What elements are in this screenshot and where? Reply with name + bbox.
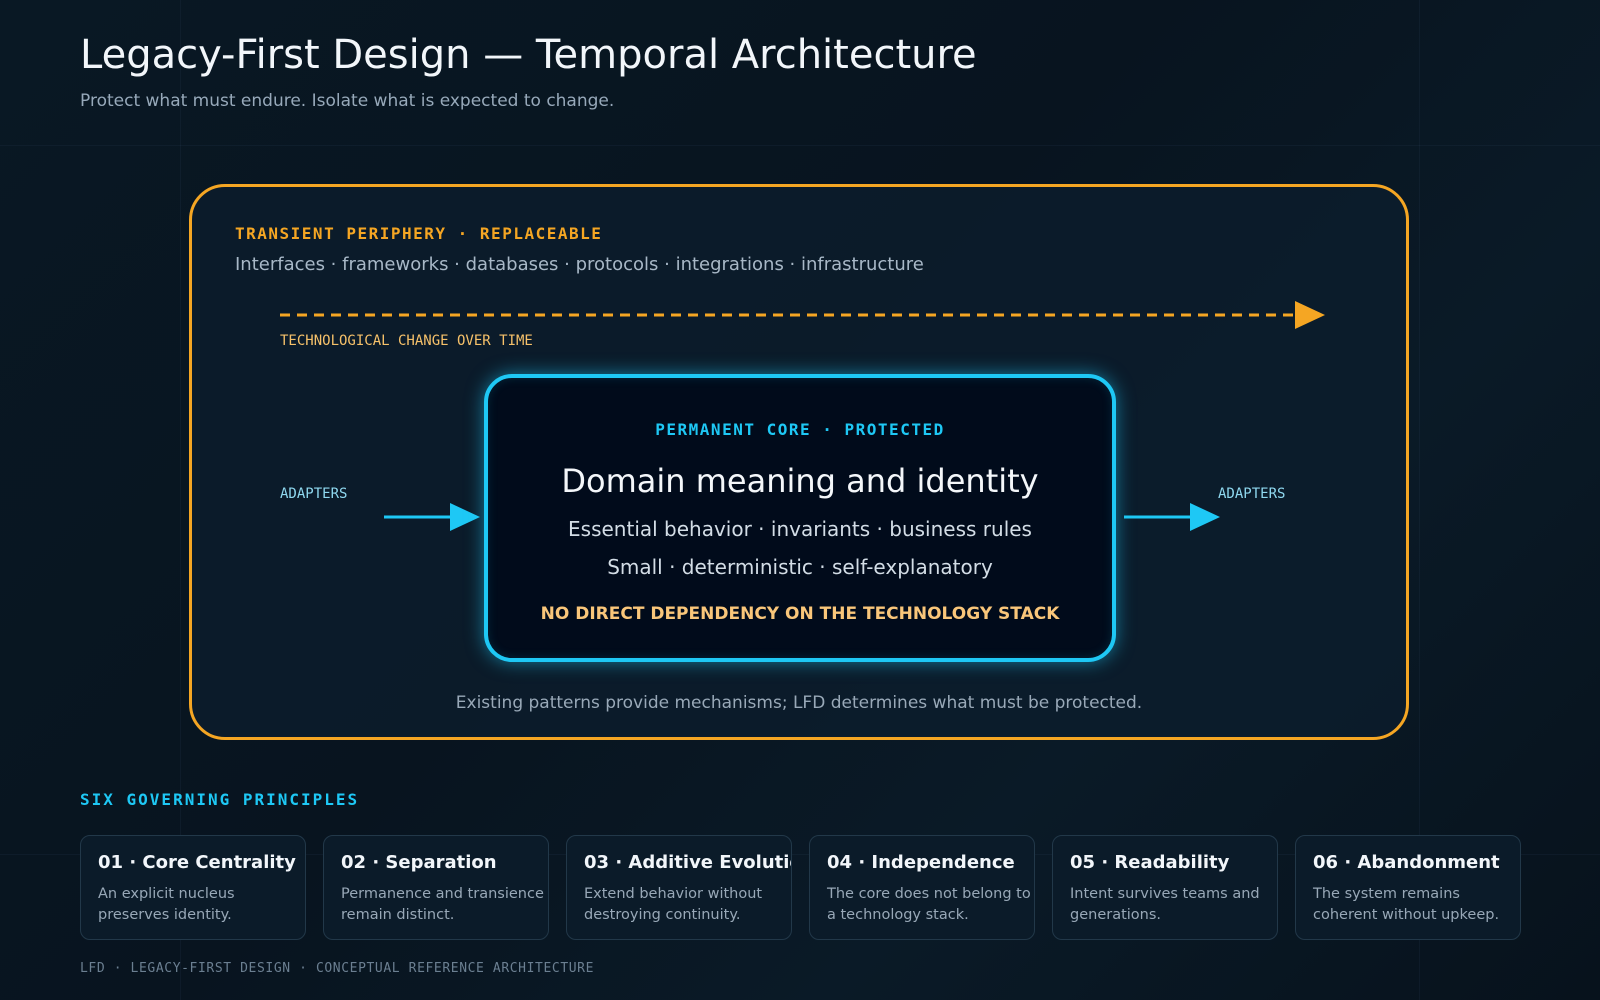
diagram-footnote: Existing patterns provide mechanisms; LF… [455,693,1143,713]
principle-description: Permanence and transience remain distinc… [341,886,544,923]
principle-card: 04 · Independence The core does not belo… [809,835,1035,940]
principle-description: Extend behavior without destroying conti… [584,886,763,923]
principle-description: The system remains coherent without upke… [1313,886,1500,923]
grid-line [0,145,1600,146]
principle-description: Intent survives teams and generations. [1070,886,1260,923]
principle-title: 05 · Readability [1070,852,1230,873]
core-description-line: Essential behavior · invariants · busine… [568,517,1032,541]
principle-title: 01 · Core Centrality [98,852,296,873]
principle-card: 05 · Readability Intent survives teams a… [1052,835,1278,940]
principle-card: 06 · Abandonment The system remains cohe… [1295,835,1521,940]
adapters-left-label: ADAPTERS [280,486,348,502]
adapters-right-label: ADAPTERS [1218,486,1286,502]
core-description-line: Small · deterministic · self-explanatory [607,555,993,579]
principle-card: 03 · Additive Evolution Extend behavior … [566,835,792,940]
principles-heading: SIX GOVERNING PRINCIPLES [80,790,360,809]
page-footer: LFD · LEGACY-FIRST DESIGN · CONCEPTUAL R… [80,961,595,976]
core-label: PERMANENT CORE · PROTECTED [655,420,945,439]
core-warning: NO DIRECT DEPENDENCY ON THE TECHNOLOGY S… [540,604,1060,624]
change-over-time-label: TECHNOLOGICAL CHANGE OVER TIME [280,333,533,349]
periphery-items: Interfaces · frameworks · databases · pr… [235,254,924,275]
principle-card: 02 · Separation Permanence and transienc… [323,835,549,940]
principle-title: 04 · Independence [827,852,1015,873]
time-arrow-icon [280,301,1325,329]
principle-description: An explicit nucleus preserves identity. [98,886,235,923]
principle-title: 06 · Abandonment [1313,852,1500,873]
principle-title: 02 · Separation [341,852,497,873]
adapter-arrow-right-icon [1124,503,1220,531]
adapter-arrow-left-icon [384,503,480,531]
core-title: Domain meaning and identity [561,462,1039,500]
page-title: Legacy-First Design — Temporal Architect… [80,32,977,78]
principle-description: The core does not belong to a technology… [827,886,1031,923]
page-subtitle: Protect what must endure. Isolate what i… [80,91,615,111]
principle-card: 01 · Core Centrality An explicit nucleus… [80,835,306,940]
principle-title: 03 · Additive Evolution [584,852,792,873]
periphery-label: TRANSIENT PERIPHERY · REPLACEABLE [235,224,603,243]
